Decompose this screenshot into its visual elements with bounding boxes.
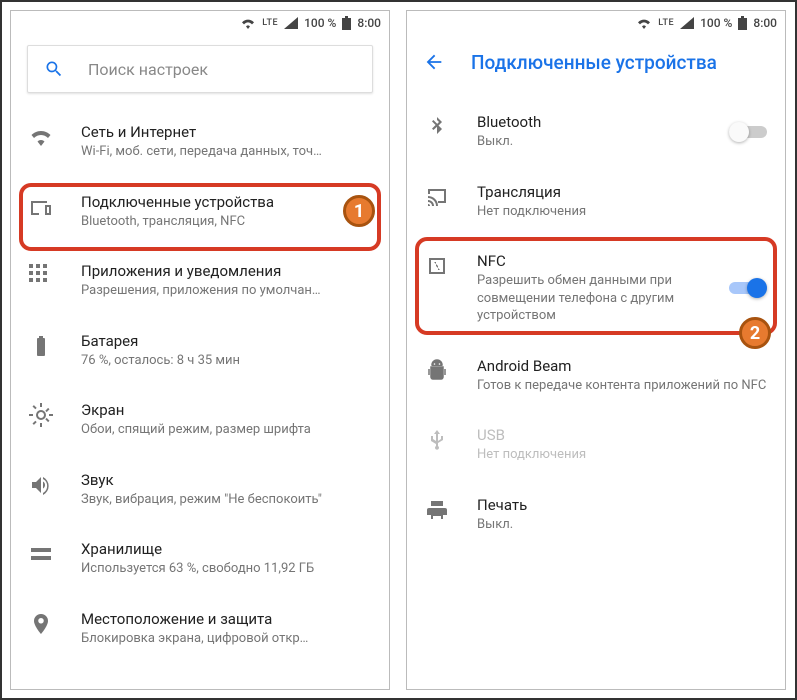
- connected-list: Bluetooth Выкл. Трансляция Нет подключен…: [407, 89, 785, 557]
- battery-icon: [29, 334, 53, 358]
- wifi-icon: [29, 125, 53, 149]
- settings-item-battery[interactable]: Батарея 76 %, осталось: 8 ч 35 мин: [11, 316, 389, 386]
- volume-icon: [29, 473, 53, 497]
- item-sub: Звук, вибрация, режим "Не беспокоить": [81, 491, 371, 509]
- item-bluetooth[interactable]: Bluetooth Выкл.: [407, 97, 785, 167]
- item-title: Хранилище: [81, 540, 371, 558]
- appbar-title: Подключенные устройства: [471, 51, 717, 74]
- wifi-icon: [636, 17, 652, 29]
- apps-icon: [29, 264, 53, 288]
- clock: 8:00: [357, 16, 381, 30]
- search-icon: [44, 59, 64, 79]
- bluetooth-icon: [425, 115, 449, 139]
- item-title: Батарея: [81, 332, 371, 350]
- settings-item-network[interactable]: Сеть и Интернет Wi-Fi, моб. сети, переда…: [11, 107, 389, 177]
- item-sub: Разрешить обмен данными при совмещении т…: [477, 272, 693, 325]
- lte-label: LTE: [262, 18, 278, 28]
- item-sub: Используется 63 %, свободно 11,92 ГБ: [81, 560, 371, 578]
- item-title: Местоположение и защита: [81, 610, 371, 628]
- item-usb: USB Нет подключения: [407, 410, 785, 480]
- item-title: Bluetooth: [477, 113, 693, 131]
- item-sub: Разрешения, приложения по умолчан…: [81, 282, 371, 300]
- item-title: Приложения и уведомления: [81, 262, 371, 280]
- nfc-icon: [425, 254, 449, 278]
- item-title: USB: [477, 426, 767, 444]
- nfc-toggle[interactable]: [729, 277, 767, 299]
- settings-item-storage[interactable]: Хранилище Используется 63 %, свободно 11…: [11, 524, 389, 594]
- devices-icon: [29, 195, 53, 219]
- statusbar: LTE 100 % 8:00: [407, 11, 785, 35]
- settings-item-security[interactable]: Местоположение и защита Блокировка экран…: [11, 594, 389, 664]
- settings-item-sound[interactable]: Звук Звук, вибрация, режим "Не беспокоит…: [11, 455, 389, 525]
- battery-pct: 100 %: [304, 16, 336, 30]
- item-title: Экран: [81, 401, 371, 419]
- item-sub: Блокировка экрана, цифровой откр…: [81, 630, 371, 648]
- item-sub: Нет подключения: [477, 203, 767, 221]
- settings-item-display[interactable]: Экран Обои, спящий режим, размер шрифта: [11, 385, 389, 455]
- back-icon[interactable]: [423, 51, 445, 73]
- item-android-beam[interactable]: Android Beam Готов к передаче контента п…: [407, 341, 785, 411]
- settings-item-apps[interactable]: Приложения и уведомления Разрешения, при…: [11, 246, 389, 316]
- item-sub: Выкл.: [477, 133, 693, 151]
- storage-icon: [29, 542, 53, 566]
- phone-settings-main: LTE 100 % 8:00 Поиск настроек Сеть и Инт…: [10, 10, 390, 690]
- item-sub: Wi-Fi, моб. сети, передача данных, точ…: [81, 143, 371, 161]
- item-title: Трансляция: [477, 183, 767, 201]
- bluetooth-toggle[interactable]: [729, 121, 767, 143]
- signal-icon: [680, 17, 694, 29]
- item-title: NFC: [477, 252, 693, 270]
- item-title: Подключенные устройства: [81, 193, 371, 211]
- usb-icon: [425, 428, 449, 452]
- battery-pct: 100 %: [700, 16, 732, 30]
- item-nfc[interactable]: NFC Разрешить обмен данными при совмещен…: [407, 236, 785, 341]
- battery-icon: [738, 16, 747, 30]
- cast-icon: [425, 185, 449, 209]
- appbar: Подключенные устройства: [407, 35, 785, 89]
- lte-label: LTE: [658, 18, 674, 28]
- print-icon: [425, 498, 449, 522]
- item-cast[interactable]: Трансляция Нет подключения: [407, 167, 785, 237]
- item-title: Звук: [81, 471, 371, 489]
- wifi-icon: [240, 17, 256, 29]
- item-print[interactable]: Печать Выкл.: [407, 480, 785, 550]
- item-title: Сеть и Интернет: [81, 123, 371, 141]
- item-sub: Готов к передаче контента приложений по …: [477, 377, 767, 395]
- item-title: Android Beam: [477, 357, 767, 375]
- battery-icon: [342, 16, 351, 30]
- item-sub: Выкл.: [477, 516, 767, 534]
- phone-connected-devices: LTE 100 % 8:00 Подключенные устройства B…: [406, 10, 786, 690]
- item-sub: Bluetooth, трансляция, NFC: [81, 213, 371, 231]
- search-bar[interactable]: Поиск настроек: [27, 45, 373, 93]
- search-placeholder: Поиск настроек: [88, 60, 208, 79]
- item-sub: 76 %, осталось: 8 ч 35 мин: [81, 352, 371, 370]
- item-title: Печать: [477, 496, 767, 514]
- clock: 8:00: [753, 16, 777, 30]
- item-sub: Обои, спящий режим, размер шрифта: [81, 421, 371, 439]
- signal-icon: [284, 17, 298, 29]
- android-icon: [425, 359, 449, 383]
- item-sub: Нет подключения: [477, 446, 767, 464]
- brightness-icon: [29, 403, 53, 427]
- settings-list: Сеть и Интернет Wi-Fi, моб. сети, переда…: [11, 99, 389, 671]
- settings-item-connected-devices[interactable]: Подключенные устройства Bluetooth, транс…: [11, 177, 389, 247]
- statusbar: LTE 100 % 8:00: [11, 11, 389, 35]
- location-icon: [29, 612, 53, 636]
